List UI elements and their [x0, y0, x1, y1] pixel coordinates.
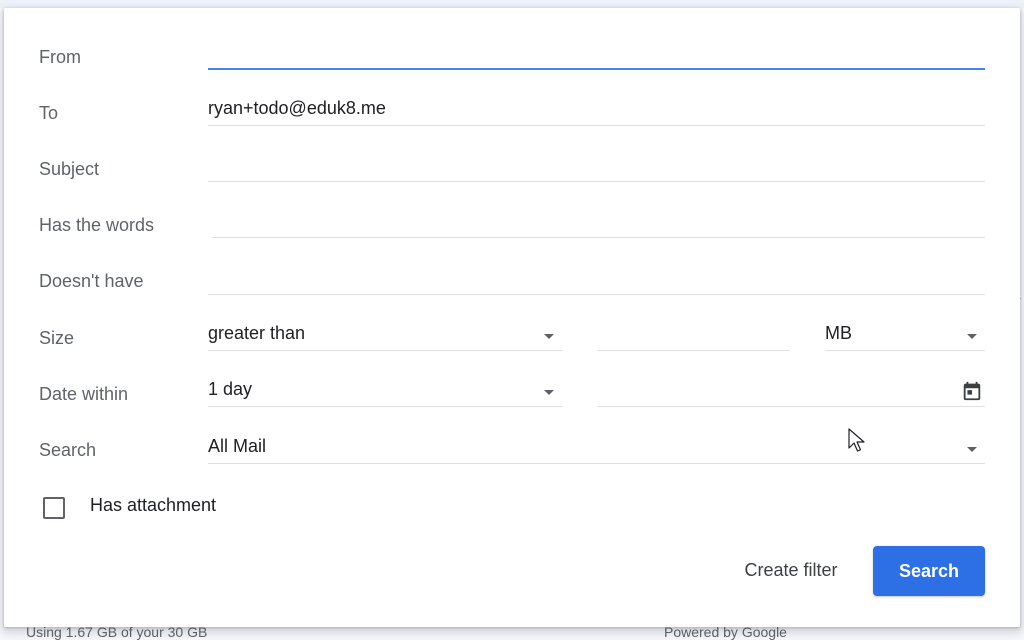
from-field[interactable]	[208, 40, 985, 70]
has-words-label: Has the words	[39, 215, 155, 235]
advanced-search-dialog: From To ryan+todo@eduk8.me Subject Has t…	[4, 8, 1020, 627]
size-operator-value: greater than	[208, 323, 306, 343]
to-label: To	[39, 103, 59, 123]
size-unit-select[interactable]: MB	[825, 322, 985, 351]
subject-label: Subject	[39, 159, 100, 179]
doesnt-have-label: Doesn't have	[39, 271, 144, 291]
chevron-down-icon	[967, 334, 977, 339]
to-value: ryan+todo@eduk8.me	[208, 98, 386, 118]
from-label: From	[39, 47, 81, 67]
date-range-value: 1 day	[208, 379, 253, 399]
search-button[interactable]: Search	[873, 546, 985, 596]
search-scope-select[interactable]: All Mail	[208, 435, 985, 464]
has-attachment-label: Has attachment	[90, 495, 217, 515]
subject-field[interactable]	[208, 153, 985, 182]
chevron-down-icon	[967, 447, 977, 452]
date-range-select[interactable]: 1 day	[208, 378, 563, 407]
size-operator-select[interactable]: greater than	[208, 322, 563, 351]
has-words-field[interactable]	[212, 209, 985, 238]
doesnt-have-field[interactable]	[208, 266, 985, 295]
size-amount-input[interactable]	[597, 322, 790, 351]
search-scope-value: All Mail	[208, 436, 267, 456]
chevron-down-icon	[544, 334, 554, 339]
size-label: Size	[39, 328, 75, 348]
mouse-pointer-icon	[848, 428, 865, 452]
background-header-strip	[0, 0, 1024, 8]
create-filter-button[interactable]: Create filter	[713, 551, 869, 589]
to-field[interactable]: ryan+todo@eduk8.me	[208, 97, 985, 126]
calendar-icon[interactable]	[961, 380, 983, 402]
size-unit-value: MB	[825, 323, 852, 343]
has-attachment-checkbox[interactable]	[43, 497, 65, 519]
date-input[interactable]	[597, 378, 985, 407]
search-scope-label: Search	[39, 440, 97, 460]
chevron-down-icon	[544, 390, 554, 395]
date-within-label: Date within	[39, 384, 129, 404]
